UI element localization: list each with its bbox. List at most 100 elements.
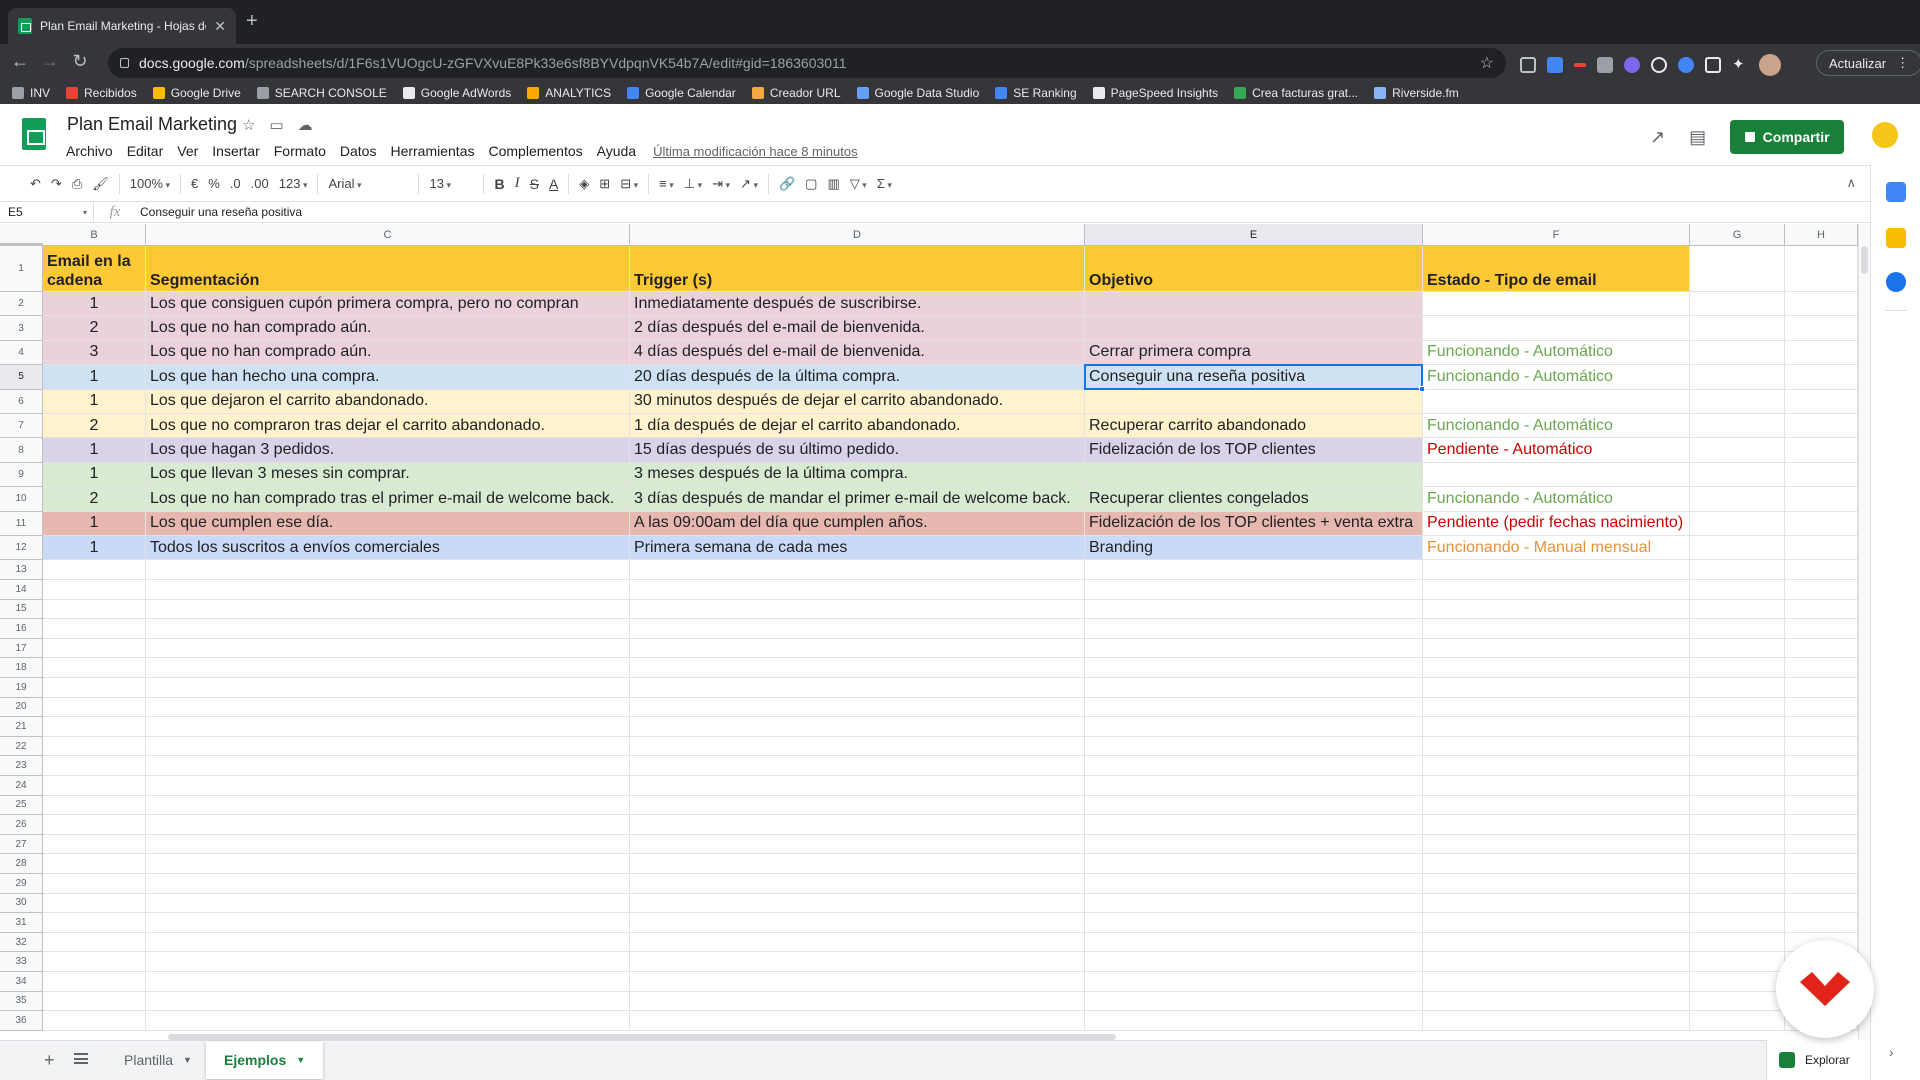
extension-icon[interactable] [1678, 57, 1694, 73]
empty-cell[interactable] [43, 756, 146, 776]
profile-avatar[interactable] [1759, 54, 1781, 76]
segment-cell[interactable]: Los que no compraron tras dejar el carri… [146, 414, 630, 439]
row-header[interactable]: 25 [0, 795, 43, 816]
trigger-cell[interactable]: 30 minutos después de dejar el carrito a… [630, 389, 1085, 414]
bookmark-item[interactable]: Recibidos [66, 86, 137, 100]
gear-extension-icon[interactable] [1624, 57, 1640, 73]
empty-cell[interactable] [1785, 560, 1858, 580]
empty-cell[interactable] [43, 932, 146, 953]
empty-cell[interactable] [1690, 619, 1785, 639]
row-header[interactable]: 24 [0, 776, 43, 796]
empty-cell[interactable] [630, 913, 1085, 933]
empty-cell[interactable] [630, 991, 1085, 1012]
more-menu-icon[interactable]: ⋮ [1896, 55, 1909, 71]
bookmark-item[interactable]: ANALYTICS [527, 86, 611, 100]
browser-tab[interactable]: Plan Email Marketing - Hojas de cálculo … [8, 8, 236, 44]
empty-cell[interactable] [146, 972, 630, 992]
empty-cell[interactable] [1690, 462, 1785, 488]
explore-button[interactable]: Explorar [1766, 1040, 1870, 1080]
add-sheet-icon[interactable]: + [44, 1050, 55, 1071]
row-header[interactable]: 16 [0, 619, 43, 639]
empty-cell[interactable] [43, 815, 146, 835]
empty-cell[interactable] [1085, 795, 1423, 816]
empty-cell[interactable] [1785, 536, 1858, 561]
empty-cell[interactable] [1785, 365, 1858, 390]
empty-cell[interactable] [146, 874, 630, 894]
insert-chart-icon[interactable]: ▥ [827, 176, 839, 192]
fill-color-icon[interactable]: ◈ [579, 176, 589, 192]
empty-cell[interactable] [1690, 952, 1785, 972]
empty-cell[interactable] [1423, 815, 1690, 835]
segment-cell[interactable]: Los que consiguen cupón primera compra, … [146, 292, 630, 317]
empty-cell[interactable] [1785, 414, 1858, 439]
empty-cell[interactable] [1085, 815, 1423, 835]
empty-cell[interactable] [630, 717, 1085, 737]
formula-input[interactable]: Conseguir una reseña positiva [136, 205, 302, 219]
bookmark-item[interactable]: SEARCH CONSOLE [256, 86, 387, 100]
empty-cell[interactable] [43, 913, 146, 933]
empty-cell[interactable] [146, 952, 630, 972]
empty-cell[interactable] [1085, 1011, 1423, 1031]
trigger-cell[interactable]: A las 09:00am del día que cumplen años. [630, 511, 1085, 536]
row-header[interactable]: 35 [0, 991, 43, 1012]
menu-item[interactable]: Archivo [59, 141, 120, 162]
row-header[interactable]: 11 [0, 511, 43, 536]
zoom-select[interactable]: 100% [130, 176, 170, 191]
chevron-down-icon[interactable]: ▼ [296, 1055, 305, 1065]
empty-cell[interactable] [1785, 511, 1858, 536]
trigger-cell[interactable]: 15 días después de su último pedido. [630, 438, 1085, 463]
empty-cell[interactable] [1085, 619, 1423, 639]
empty-cell[interactable] [1690, 854, 1785, 874]
empty-cell[interactable] [1690, 932, 1785, 953]
sheets-logo-icon[interactable] [22, 118, 46, 150]
empty-cell[interactable] [1785, 438, 1858, 463]
merge-cells-icon[interactable]: ⊟ [620, 176, 638, 192]
row-header[interactable]: 18 [0, 658, 43, 678]
empty-cell[interactable] [1785, 246, 1858, 292]
empty-cell[interactable] [630, 952, 1085, 972]
empty-cell[interactable] [1690, 580, 1785, 600]
empty-cell[interactable] [630, 560, 1085, 580]
decrease-decimal-button[interactable]: .0 [230, 176, 241, 191]
empty-cell[interactable] [1690, 717, 1785, 737]
row-header[interactable]: 5 [0, 365, 43, 390]
email-order-cell[interactable]: 2 [43, 414, 146, 439]
email-order-cell[interactable]: 2 [43, 487, 146, 512]
comments-icon[interactable]: ▤ [1689, 127, 1706, 148]
spreadsheet-grid[interactable]: B C D E F G H 1 2 3 4 5 6 7 8 9 10 11 12 13 14 15 16 17 18 19 20 21… [0, 224, 1858, 1040]
empty-cell[interactable] [630, 854, 1085, 874]
row-header[interactable]: 33 [0, 952, 43, 972]
empty-cell[interactable] [630, 678, 1085, 698]
empty-cell[interactable] [1085, 560, 1423, 580]
column-header-g[interactable]: G [1690, 224, 1785, 246]
column-header-h[interactable]: H [1785, 224, 1858, 246]
row-header[interactable]: 23 [0, 756, 43, 776]
empty-cell[interactable] [1085, 913, 1423, 933]
trigger-cell[interactable]: Primera semana de cada mes [630, 536, 1085, 561]
empty-cell[interactable] [1690, 795, 1785, 816]
trigger-cell[interactable]: 1 día después de dejar el carrito abando… [630, 414, 1085, 439]
functions-icon[interactable]: Σ [877, 176, 892, 191]
empty-cell[interactable] [1690, 599, 1785, 620]
row-header[interactable]: 14 [0, 580, 43, 600]
empty-cell[interactable] [1423, 795, 1690, 816]
empty-cell[interactable] [630, 736, 1085, 757]
empty-cell[interactable] [1690, 560, 1785, 580]
empty-cell[interactable] [146, 717, 630, 737]
empty-cell[interactable] [1785, 678, 1858, 698]
empty-cell[interactable] [1423, 952, 1690, 972]
row-header[interactable]: 19 [0, 678, 43, 698]
increase-decimal-button[interactable]: .00 [251, 176, 269, 191]
trigger-cell[interactable]: 3 meses después de la última compra. [630, 462, 1085, 488]
empty-cell[interactable] [1785, 776, 1858, 796]
empty-cell[interactable] [630, 776, 1085, 796]
empty-cell[interactable] [1785, 717, 1858, 737]
row-header[interactable]: 30 [0, 893, 43, 914]
row-header[interactable]: 3 [0, 316, 43, 341]
move-folder-icon[interactable]: ▭ [269, 116, 283, 134]
text-color-icon[interactable]: A [549, 176, 558, 192]
empty-cell[interactable] [1423, 580, 1690, 600]
empty-cell[interactable] [1690, 487, 1785, 512]
empty-cell[interactable] [1423, 913, 1690, 933]
last-edit-link[interactable]: Última modificación hace 8 minutos [643, 141, 867, 162]
